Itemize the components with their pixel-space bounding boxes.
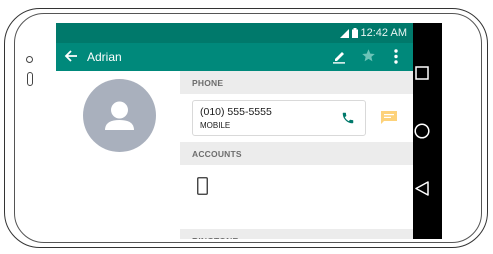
ringtone-section-header: RINGTONE [180,229,413,239]
front-sensor [27,72,33,86]
contact-name: Adrian [87,50,122,64]
home-icon[interactable] [414,123,430,139]
contact-photo-pane [56,71,180,239]
star-icon[interactable] [361,48,376,63]
back-arrow-icon[interactable] [64,49,78,63]
more-vert-icon[interactable] [394,49,398,64]
back-nav-icon[interactable] [415,181,429,196]
battery-icon [351,28,358,38]
avatar-person-icon [105,101,134,130]
device-account-icon[interactable] [197,177,208,195]
front-camera [26,56,33,63]
phone-type: MOBILE [200,121,231,130]
contact-details-pane: PHONE (010) 555-5555 MOBILE ACCOUNTS RIN… [180,71,413,239]
recent-apps-icon[interactable] [415,66,429,80]
phone-number: (010) 555-5555 [200,106,272,118]
message-icon[interactable] [381,111,397,124]
edit-icon[interactable] [332,48,346,64]
phone-section-header: PHONE [180,71,413,94]
call-icon[interactable] [341,111,355,125]
status-time: 12:42 AM [360,27,407,39]
accounts-section-header: ACCOUNTS [180,142,413,165]
phone-entry[interactable]: (010) 555-5555 MOBILE [192,100,366,136]
app-bar: Adrian [56,43,413,71]
status-bar: 12:42 AM [56,23,413,43]
screen: 12:42 AM Adrian PHONE (010) 555-5555 MOB… [56,23,413,239]
signal-icon [339,28,349,38]
avatar [83,79,156,152]
